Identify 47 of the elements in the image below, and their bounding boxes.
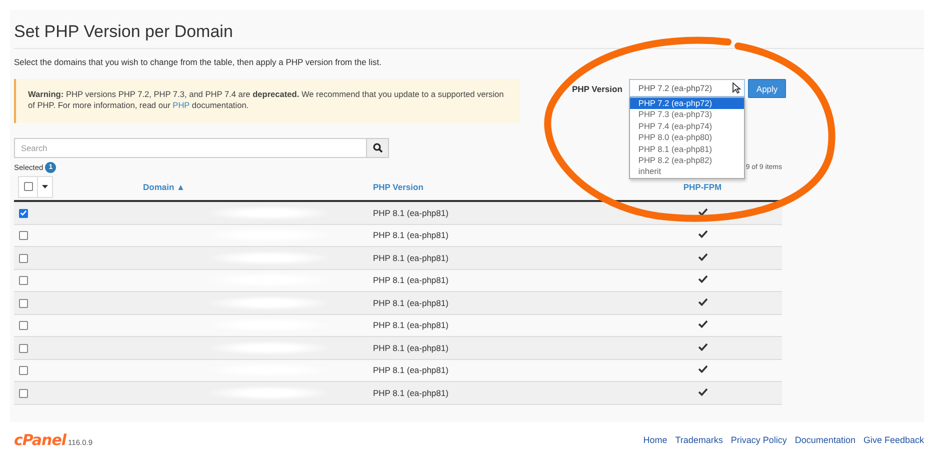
row-checkbox[interactable] <box>19 254 28 263</box>
search-button[interactable] <box>367 138 389 158</box>
select-all-checkbox[interactable] <box>24 182 32 191</box>
table-cell: PHP 8.1 (ea-php81) <box>373 342 448 353</box>
column-header[interactable]: PHP Version <box>373 182 424 192</box>
cursor-icon <box>732 82 742 94</box>
row-checkbox[interactable] <box>19 321 28 330</box>
table-cell: PHP 8.1 (ea-php81) <box>373 298 448 308</box>
page-description: Select the domains that you wish to change from the table, then apply a PHP version from the list. <box>14 57 382 67</box>
row-checkbox[interactable] <box>19 231 28 240</box>
column-header[interactable]: PHP-FPM <box>683 182 722 192</box>
row-checkbox[interactable] <box>19 208 28 218</box>
table-cell: PHP 8.1 (ea-php81) <box>373 388 448 398</box>
version-option[interactable]: inherit <box>630 166 744 178</box>
footer-link[interactable]: Documentation <box>794 435 856 445</box>
table-cell: PHP 8.1 (ea-php81) <box>373 320 448 330</box>
apply-button[interactable]: Apply <box>748 79 786 98</box>
php-link[interactable]: PHP <box>172 100 190 110</box>
table-cell: PHP 8.1 (ea-php81) <box>373 365 448 376</box>
warning-text: Warning: PHP versions PHP 7.2, PHP 7.3, and PHP 7.4 are deprecated. We recommend that you update to a supported version of PHP. For more information, read our PHP documentation. <box>28 89 505 111</box>
version-option[interactable]: PHP 8.2 (ea-php82) <box>630 154 744 166</box>
footer-link[interactable]: Give Feedback <box>863 435 924 445</box>
search-field[interactable]: Search <box>14 138 367 158</box>
footer-link[interactable]: Trademarks <box>675 435 723 445</box>
cpanel-logo: cPanel <box>14 431 66 449</box>
php-version-select[interactable]: PHP 7.2 (ea-php72) <box>629 79 746 97</box>
version-option[interactable]: PHP 7.3 (ea-php73) <box>630 109 744 121</box>
table-cell: PHP 8.1 (ea-php81) <box>373 275 448 286</box>
table-cell: PHP 8.1 (ea-php81) <box>373 252 448 263</box>
row-checkbox[interactable] <box>19 388 28 398</box>
row-checkbox[interactable] <box>19 298 28 308</box>
php-version-label: PHP Version <box>572 84 622 94</box>
row-checkbox[interactable] <box>19 366 28 376</box>
caret-icon <box>42 184 48 188</box>
row-checkbox[interactable] <box>19 344 28 353</box>
footer-link[interactable]: Home <box>643 435 668 445</box>
table-cell: PHP 8.1 (ea-php81) <box>373 208 448 218</box>
page-title: Set PHP Version per Domain <box>14 22 234 42</box>
row-checkbox[interactable] <box>19 276 28 286</box>
version-option[interactable]: PHP 8.1 (ea-php81) <box>630 144 744 155</box>
version-option[interactable]: PHP 8.0 (ea-php80) <box>630 132 744 144</box>
search-icon <box>372 143 382 153</box>
version-option[interactable]: PHP 7.4 (ea-php74) <box>630 120 744 132</box>
version-option[interactable]: PHP 7.2 (ea-php72) <box>630 98 744 110</box>
footer-link[interactable]: Privacy Policy <box>730 435 787 445</box>
column-header[interactable]: Domain ▲ <box>143 182 185 192</box>
table-cell: PHP 8.1 (ea-php81) <box>373 230 448 240</box>
